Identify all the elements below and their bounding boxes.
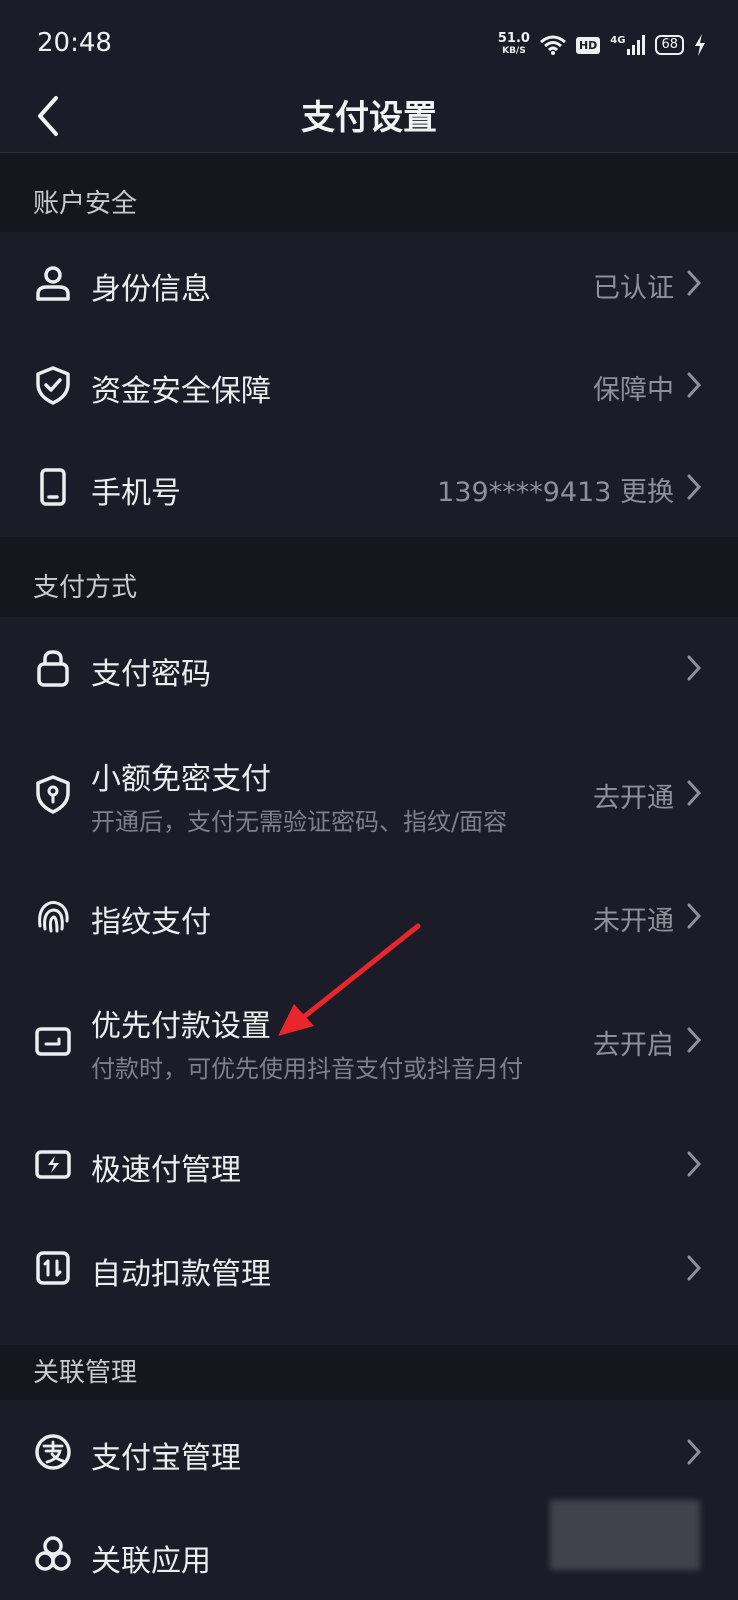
annotation-arrow-icon (278, 923, 421, 1036)
row-label: 指纹支付 (91, 905, 211, 940)
row-value: 已认证 (593, 273, 674, 304)
row-auto-debit[interactable]: 自动扣款管理 (0, 1216, 738, 1345)
status-bar: 20:48 51.0 KB/S HD 4G 68 (0, 0, 738, 90)
auto-debit-icon (36, 1251, 70, 1285)
row-value: 139****9413 更换 (437, 477, 674, 508)
chevron-right-icon (687, 1439, 702, 1465)
signal-bars-icon (627, 35, 646, 55)
network-type: 4G (610, 35, 626, 46)
section-label-account-security: 账户安全 (33, 189, 138, 219)
row-small-password-free[interactable]: 小额免密支付 开通后，支付无需验证密码、指纹/面容 去开通 (0, 720, 738, 865)
row-subtitle: 开通后，支付无需验证密码、指纹/面容 (91, 808, 508, 836)
network-speed: 51.0 KB/S (497, 31, 530, 56)
row-payment-password[interactable]: 支付密码 (0, 617, 738, 720)
charging-icon (695, 34, 705, 56)
row-alipay-management[interactable]: 支付宝管理 (0, 1400, 738, 1504)
wifi-icon (539, 35, 566, 55)
shield-key-icon (36, 775, 70, 814)
pixelated-watermark (550, 1500, 700, 1570)
row-label: 优先付款设置 (91, 1009, 271, 1044)
row-label: 支付密码 (91, 657, 211, 692)
fingerprint-icon (38, 901, 69, 933)
row-value: 去开启 (593, 1030, 674, 1061)
row-fund-security[interactable]: 资金安全保障 保障中 (0, 334, 738, 436)
status-time: 20:48 (37, 28, 112, 58)
status-icons: 51.0 KB/S HD 4G 68 (498, 30, 706, 60)
chevron-right-icon (687, 1255, 702, 1281)
chevron-right-icon (687, 1027, 702, 1053)
row-label: 自动扣款管理 (91, 1257, 271, 1292)
linked-apps-icon (35, 1536, 71, 1571)
row-value: 保障中 (593, 375, 674, 406)
row-label: 小额免密支付 (91, 762, 271, 797)
chevron-right-icon (687, 270, 702, 296)
row-phone-number[interactable]: 手机号 139****9413 更换 (0, 436, 738, 537)
shield-check-icon (36, 366, 70, 405)
row-express-pay[interactable]: 极速付管理 (0, 1112, 738, 1216)
hd-badge: HD (575, 36, 601, 54)
row-value: 去开通 (593, 783, 674, 814)
row-label: 支付宝管理 (91, 1441, 241, 1476)
row-label: 关联应用 (91, 1544, 211, 1579)
page-title: 支付设置 (301, 98, 437, 138)
row-subtitle: 付款时，可优先使用抖音支付或抖音月付 (91, 1055, 523, 1083)
section-label-payment-methods: 支付方式 (33, 573, 138, 603)
battery-icon: 68 (655, 35, 684, 55)
row-value: 未开通 (593, 906, 674, 937)
chevron-right-icon (687, 903, 702, 929)
cellular-signal: 4G (610, 35, 646, 55)
chevron-right-icon (687, 372, 702, 398)
chevron-right-icon (687, 1151, 702, 1177)
chevron-right-icon (687, 655, 702, 681)
row-identity-info[interactable]: 身份信息 已认证 (0, 232, 738, 334)
lock-icon (37, 650, 69, 687)
wallet-icon (35, 1027, 71, 1056)
alipay-icon (35, 1434, 71, 1470)
nav-header: 支付设置 (0, 90, 738, 153)
chevron-right-icon (687, 474, 702, 500)
chevron-right-icon (687, 780, 702, 806)
row-label: 资金安全保障 (91, 374, 271, 409)
section-label-linked-management: 关联管理 (33, 1358, 138, 1388)
flash-pay-icon (35, 1150, 71, 1179)
row-label: 极速付管理 (91, 1153, 241, 1188)
row-label: 身份信息 (91, 272, 211, 307)
row-label: 手机号 (91, 476, 181, 511)
phone-icon (40, 468, 66, 506)
user-icon (36, 266, 70, 301)
